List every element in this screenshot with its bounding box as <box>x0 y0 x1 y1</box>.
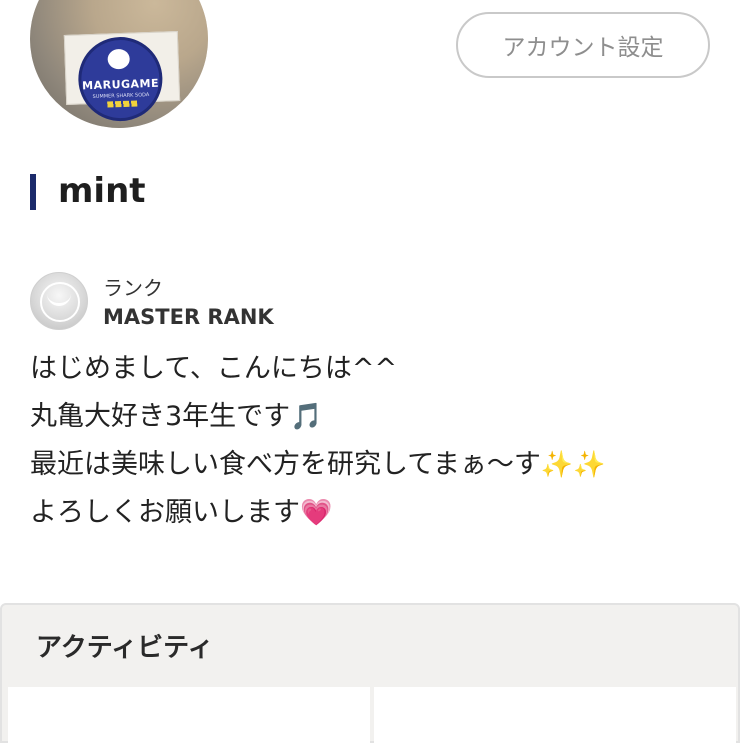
sticker-subtext: SUMMER SHARK SODA <box>92 92 150 101</box>
profile-bio: はじめまして、こんにちは^^ 丸亀大好き3年生です🎵 最近は美味しい食べ方を研究… <box>30 345 720 537</box>
lemon-icons <box>107 100 138 108</box>
bio-line-1: はじめまして、こんにちは^^ <box>30 353 398 384</box>
activity-card-left[interactable] <box>8 687 370 747</box>
mascot-face-icon <box>107 48 131 70</box>
sticker-text: MARUGAME <box>81 76 160 93</box>
user-name: mint <box>58 171 146 211</box>
bio-line-3: 最近は美味しい食べ方を研究してまぁ〜す✨✨ <box>30 441 720 489</box>
activity-card-right[interactable] <box>374 687 736 747</box>
bio-line-3-text: 最近は美味しい食べ方を研究してまぁ〜す <box>30 449 541 480</box>
bio-line-4: よろしくお願いします💗 <box>30 489 720 537</box>
sparkles-icon: ✨✨ <box>540 450 606 480</box>
heart-icon: 💗 <box>300 498 333 528</box>
master-rank-badge-icon <box>30 272 88 330</box>
bio-line-4-text: よろしくお願いします <box>30 497 300 528</box>
bio-line-2-text: 丸亀大好き3年生です <box>30 401 291 432</box>
avatar-sticker: MARUGAME SUMMER SHARK SODA <box>63 31 181 123</box>
profile-avatar: MARUGAME SUMMER SHARK SODA <box>30 0 208 128</box>
activity-section: アクティビティ <box>0 603 740 747</box>
rank-label: ランク <box>103 276 163 300</box>
activity-title: アクティビティ <box>36 633 214 663</box>
account-settings-button[interactable]: アカウント設定 <box>456 12 710 78</box>
name-accent-bar <box>30 174 36 210</box>
bio-line-2: 丸亀大好き3年生です🎵 <box>30 393 720 441</box>
rank-value: MASTER RANK <box>103 305 274 329</box>
music-note-icon: 🎵 <box>290 402 323 432</box>
